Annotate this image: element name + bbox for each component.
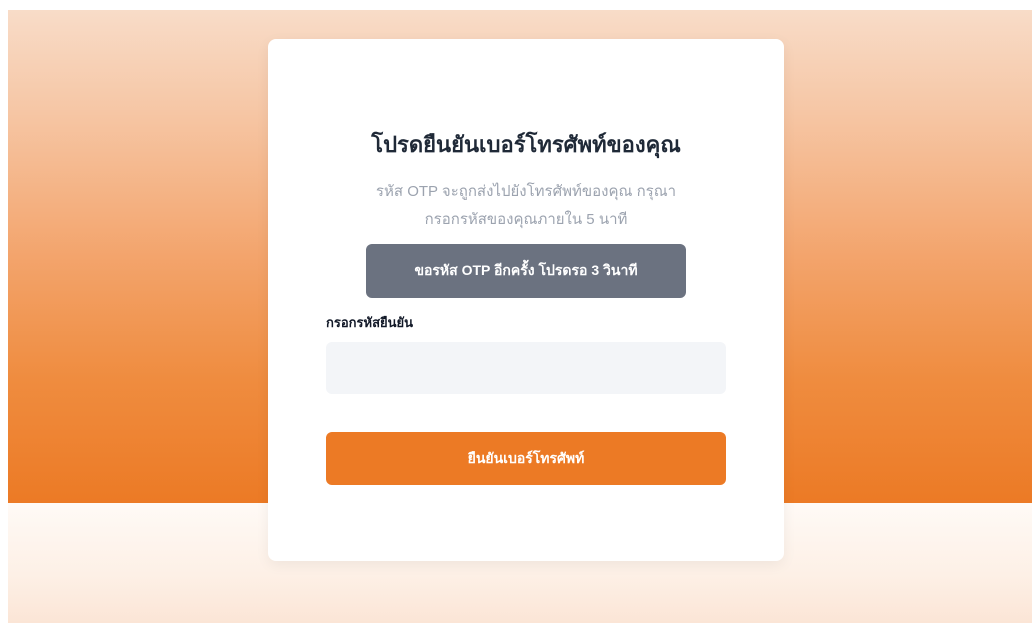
instruction-line-1: รหัส OTP จะถูกส่งไปยังโทรศัพท์ของคุณ กรุ…: [375, 183, 677, 200]
page: โปรดยืนยันเบอร์โทรศัพท์ของคุณ รหัส OTP จ…: [0, 0, 1032, 623]
otp-code-label: กรอกรหัสยืนยัน: [326, 315, 414, 330]
instruction-text: รหัส OTP จะถูกส่งไปยังโทรศัพท์ของคุณ กรุ…: [326, 178, 726, 234]
otp-verification-card: โปรดยืนยันเบอร์โทรศัพท์ของคุณ รหัส OTP จ…: [268, 39, 784, 561]
instruction-line-2: กรอกรหัสของคุณภายใน 5 นาที: [424, 211, 628, 228]
page-title: โปรดยืนยันเบอร์โทรศัพท์ของคุณ: [371, 132, 681, 157]
otp-code-input[interactable]: [326, 342, 726, 394]
resend-otp-button[interactable]: ขอรหัส OTP อีกครั้ง โปรดรอ 3 วินาที: [366, 244, 686, 298]
confirm-phone-button[interactable]: ยืนยันเบอร์โทรศัพท์: [326, 432, 726, 485]
